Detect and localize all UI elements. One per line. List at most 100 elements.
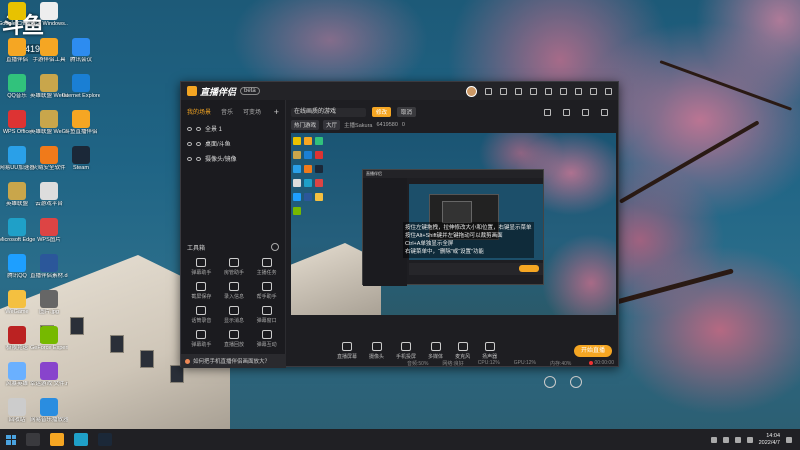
desktop-icon[interactable]: 英雄联盟 WeGame版	[30, 74, 68, 99]
lock-icon[interactable]	[196, 126, 201, 131]
maximize-icon[interactable]	[590, 87, 597, 95]
desktop-icon[interactable]: GeForce Experience	[30, 326, 68, 351]
desktop-icon-label: WPS图片	[37, 237, 61, 243]
eye-icon[interactable]	[187, 141, 192, 146]
category-tag[interactable]: 热门游戏	[291, 120, 320, 130]
stream-title-input[interactable]: 在线画质的游戏	[291, 107, 366, 117]
desktop-icon[interactable]: 英雄联盟 WeGame版	[30, 110, 68, 135]
desktop-icon[interactable]: 云游戏平台	[32, 182, 66, 207]
tool-item[interactable]: 房管助手	[218, 258, 251, 276]
eye-icon[interactable]	[187, 126, 192, 131]
cancel-button[interactable]: 取消	[397, 107, 417, 117]
tool-item[interactable]: 截屏保存	[185, 282, 218, 300]
skin-icon[interactable]	[545, 87, 552, 95]
tool-item[interactable]: 弹幕窗口	[250, 306, 283, 324]
desktop-icon[interactable]: 图片.jpg	[32, 290, 66, 315]
desktop-icon[interactable]: 风暴英雄	[0, 362, 34, 387]
notification-icon[interactable]	[786, 436, 792, 443]
minimize-icon[interactable]	[575, 87, 582, 95]
lock-icon[interactable]	[196, 141, 201, 146]
desktop-icon[interactable]: 直播伴侣	[0, 38, 34, 63]
desktop-control-icon[interactable]	[570, 376, 582, 388]
layout-icon[interactable]	[563, 108, 570, 116]
room-tag[interactable]: 大厅	[323, 120, 341, 130]
search-icon[interactable]	[26, 433, 40, 446]
desktop-icon[interactable]: 直播伴侣素材.docx	[30, 254, 68, 279]
desktop-icon[interactable]: 网易音乐播放器	[30, 398, 68, 423]
desktop-icon[interactable]: 幸运游戏 文件.rar	[30, 362, 68, 387]
ime-icon[interactable]	[746, 436, 753, 443]
volume-icon[interactable]	[734, 436, 741, 443]
tool-item[interactable]: 帮手助手	[250, 282, 283, 300]
tool-icon	[228, 282, 239, 291]
desktop-icon[interactable]: 手游伴侣工具	[32, 38, 66, 63]
desktop-icon[interactable]: WPS图片	[32, 218, 66, 243]
tool-item[interactable]: 显示消息	[218, 306, 251, 324]
menu-icon[interactable]	[560, 87, 567, 95]
desktop-icon[interactable]: 斗鱼直播伴侣	[64, 110, 98, 135]
desktop-icon[interactable]: Internet Explorer	[62, 74, 100, 99]
desktop-icon[interactable]: 英雄联盟	[0, 182, 34, 207]
tool-item[interactable]: 话筒录音	[185, 306, 218, 324]
task-icon[interactable]	[530, 87, 537, 95]
eye-icon[interactable]	[187, 156, 192, 161]
tool-icon	[261, 258, 272, 267]
desktop-icon[interactable]: 激活 Windows...	[30, 2, 68, 27]
tab-my-scenes[interactable]: 我的场景	[187, 107, 211, 117]
desktop-icon[interactable]: 腾讯QQ	[0, 254, 34, 279]
settings-icon[interactable]	[582, 108, 589, 116]
lock-icon[interactable]	[196, 156, 201, 161]
scene-item[interactable]: 桌面/斗鱼	[181, 136, 285, 151]
nested-left-panel	[363, 178, 407, 286]
tab-variable[interactable]: 可变场	[243, 107, 261, 117]
tool-label: 直播回放	[223, 342, 244, 348]
close-icon[interactable]	[605, 87, 612, 95]
help-tip[interactable]: 如何把手机直播伴侣画面放大？	[181, 354, 286, 368]
taskbar-steam-icon[interactable]	[98, 433, 112, 446]
more-tools-icon[interactable]	[271, 243, 279, 251]
taskbar-live-app-icon[interactable]	[50, 433, 64, 446]
network-icon[interactable]	[722, 436, 729, 443]
tab-music[interactable]: 音乐	[221, 107, 233, 117]
desktop-icon[interactable]: Steam	[64, 146, 98, 171]
clock[interactable]: 14:04 2022/4/7	[759, 433, 780, 447]
tool-item[interactable]: 直播回放	[218, 330, 251, 348]
tray-arrow-icon[interactable]	[710, 436, 717, 443]
calendar-icon[interactable]	[515, 87, 522, 95]
app-icon	[40, 326, 58, 344]
desktop-icon-label: 幸运游戏 文件.rar	[30, 381, 68, 387]
share-icon[interactable]	[601, 108, 608, 116]
desktop-icon[interactable]: 腾讯会议	[64, 38, 98, 63]
tool-icon	[261, 306, 272, 315]
add-scene-button[interactable]: +	[274, 107, 279, 117]
tool-item[interactable]: 弹幕助手	[185, 258, 218, 276]
desktop-icon[interactable]: QQ音乐	[0, 74, 34, 99]
app-icon	[8, 362, 26, 380]
desktop-icon[interactable]: 网易UU加速器	[0, 146, 35, 171]
preview-icon	[315, 151, 323, 159]
lock-icon[interactable]	[544, 108, 551, 116]
desktop-control-icon[interactable]	[544, 376, 556, 388]
desktop-icon[interactable]: WPS Office	[0, 110, 34, 135]
windows-start-icon[interactable]	[6, 434, 16, 445]
desktop-icon[interactable]: Microsoft Edge	[0, 218, 35, 243]
message-icon[interactable]	[485, 87, 492, 95]
tool-item[interactable]: 弹幕互动	[250, 330, 283, 348]
tool-item[interactable]: 弹幕助手	[185, 330, 218, 348]
desktop-icon[interactable]: Google Chrome	[0, 2, 36, 27]
taskbar-edge-icon[interactable]	[74, 433, 88, 446]
user-avatar[interactable]	[466, 85, 477, 97]
desktop-icon[interactable]: 回收站	[0, 398, 34, 423]
scene-item[interactable]: 全景 1	[181, 121, 285, 136]
desktop-icon[interactable]: 极限竞速	[0, 326, 34, 351]
building-window	[140, 350, 154, 368]
scene-item[interactable]: 摄像头/镜像	[181, 151, 285, 166]
gift-icon[interactable]	[500, 87, 507, 95]
tool-item[interactable]: 主播任务	[250, 258, 283, 276]
start-live-button[interactable]: 开始直播	[574, 345, 612, 357]
desktop-icon[interactable]: WeGame	[0, 290, 34, 315]
tool-item[interactable]: 录入信息	[218, 282, 251, 300]
tool-icon	[228, 258, 239, 267]
modify-button[interactable]: 修改	[372, 107, 392, 117]
desktop-icon[interactable]: 火绒安全软件	[32, 146, 66, 171]
